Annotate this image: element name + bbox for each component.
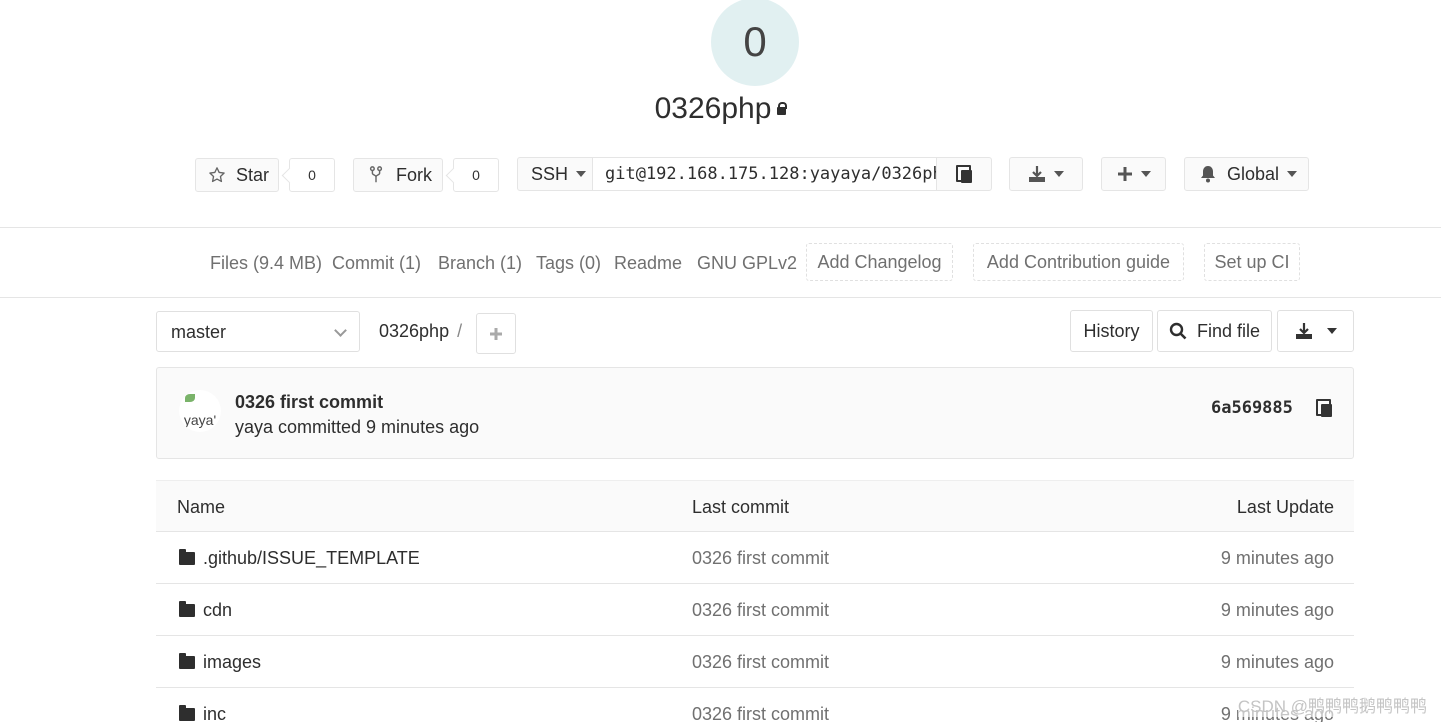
row-updated: 9 minutes ago [1220, 600, 1334, 620]
star-button[interactable]: Star [195, 158, 279, 192]
caret-down-icon [1054, 171, 1064, 177]
project-title: 0326php [0, 92, 1441, 126]
last-commit-panel: yaya' 0326 first commit yaya committed 9… [156, 367, 1354, 459]
caret-down-icon [1326, 328, 1337, 334]
author-avatar-alt: yaya' [183, 412, 217, 428]
clipboard-icon [956, 165, 972, 183]
archive-download-dropdown[interactable] [1277, 310, 1354, 352]
nav-files[interactable]: Files (9.4 MB) [210, 253, 322, 274]
notification-dropdown[interactable]: Global [1184, 157, 1309, 191]
project-name: 0326php [654, 92, 772, 125]
author-avatar[interactable]: yaya' [179, 390, 221, 432]
file-name[interactable]: inc [203, 704, 226, 722]
breadcrumb-separator: / [457, 321, 463, 341]
caret-down-icon [1287, 171, 1298, 177]
divider [0, 297, 1441, 298]
find-file-label: Find file [1196, 320, 1261, 341]
download-icon [1029, 166, 1045, 182]
protocol-label: SSH [531, 163, 569, 184]
nav-license[interactable]: GNU GPLv2 [697, 253, 797, 274]
file-name[interactable]: cdn [203, 600, 232, 621]
add-changelog-button[interactable]: Add Changelog [806, 243, 953, 281]
row-updated: 9 minutes ago [1220, 548, 1334, 568]
lock-icon [777, 102, 788, 115]
copy-url-button[interactable] [936, 157, 992, 191]
file-name[interactable]: images [203, 652, 261, 673]
header-last-update: Last Update [1236, 497, 1334, 517]
new-item-dropdown[interactable] [1101, 157, 1166, 191]
table-header: Name Last commit Last Update [156, 480, 1354, 532]
setup-ci-button[interactable]: Set up CI [1204, 243, 1300, 281]
notification-label: Global [1227, 163, 1280, 184]
download-dropdown[interactable] [1009, 157, 1083, 191]
breadcrumb-root[interactable]: 0326php [379, 321, 449, 341]
nav-commits[interactable]: Commit (1) [332, 253, 421, 274]
plus-icon [1117, 167, 1132, 181]
project-avatar: 0 [711, 0, 799, 86]
protocol-dropdown[interactable]: SSH [517, 157, 593, 191]
row-commit[interactable]: 0326 first commit [692, 548, 829, 569]
commit-title[interactable]: 0326 first commit [235, 392, 383, 413]
table-row[interactable]: .github/ISSUE_TEMPLATE 0326 first commit… [156, 532, 1354, 584]
file-table: Name Last commit Last Update .github/ISS… [156, 480, 1354, 722]
bell-icon [1201, 166, 1215, 183]
divider [0, 227, 1441, 228]
add-to-tree-button[interactable] [476, 313, 516, 354]
nav-readme[interactable]: Readme [614, 253, 682, 274]
commit-meta: yaya committed 9 minutes ago [235, 417, 480, 437]
file-name[interactable]: .github/ISSUE_TEMPLATE [203, 548, 420, 569]
star-count[interactable]: 0 [289, 158, 335, 192]
search-icon [1169, 322, 1187, 340]
star-icon [209, 167, 225, 183]
folder-icon [179, 705, 195, 721]
branch-label: master [171, 322, 227, 342]
fork-button[interactable]: Fork [353, 158, 443, 192]
table-row[interactable]: images 0326 first commit 9 minutes ago [156, 636, 1354, 688]
table-row[interactable]: cdn 0326 first commit 9 minutes ago [156, 584, 1354, 636]
header-name: Name [177, 497, 226, 517]
caret-down-icon [576, 171, 587, 177]
breadcrumb: 0326php / [379, 321, 462, 342]
nav-branches[interactable]: Branch (1) [438, 253, 522, 274]
download-icon [1295, 323, 1312, 339]
commit-sha[interactable]: 6a569885 [1211, 398, 1293, 418]
chevron-down-icon [334, 324, 347, 337]
nav-tags[interactable]: Tags (0) [536, 253, 601, 274]
fork-label: Fork [396, 164, 432, 185]
plus-icon [490, 327, 502, 340]
row-commit[interactable]: 0326 first commit [692, 652, 829, 673]
add-contribution-guide-button[interactable]: Add Contribution guide [973, 243, 1184, 281]
broken-image-icon [185, 394, 195, 402]
fork-count[interactable]: 0 [453, 158, 499, 192]
folder-icon [179, 601, 195, 617]
caret-down-icon [1140, 171, 1151, 177]
folder-icon [179, 653, 195, 669]
row-updated: 9 minutes ago [1220, 652, 1334, 672]
watermark: CSDN @鸭鸭鸭鹅鸭鸭鸭 [1237, 692, 1427, 717]
star-label: Star [236, 164, 270, 185]
clipboard-icon[interactable] [1316, 399, 1332, 417]
row-commit[interactable]: 0326 first commit [692, 704, 829, 722]
find-file-button[interactable]: Find file [1157, 310, 1272, 352]
clone-url-input[interactable]: git@192.168.175.128:yayaya/0326php.git [592, 157, 937, 191]
row-commit[interactable]: 0326 first commit [692, 600, 829, 621]
table-row[interactable]: inc 0326 first commit 9 minutes ago [156, 688, 1354, 722]
history-button[interactable]: History [1070, 310, 1153, 352]
folder-icon [179, 549, 195, 565]
branch-select[interactable]: master [156, 311, 360, 352]
fork-icon [369, 166, 383, 183]
header-last-commit: Last commit [692, 497, 790, 517]
